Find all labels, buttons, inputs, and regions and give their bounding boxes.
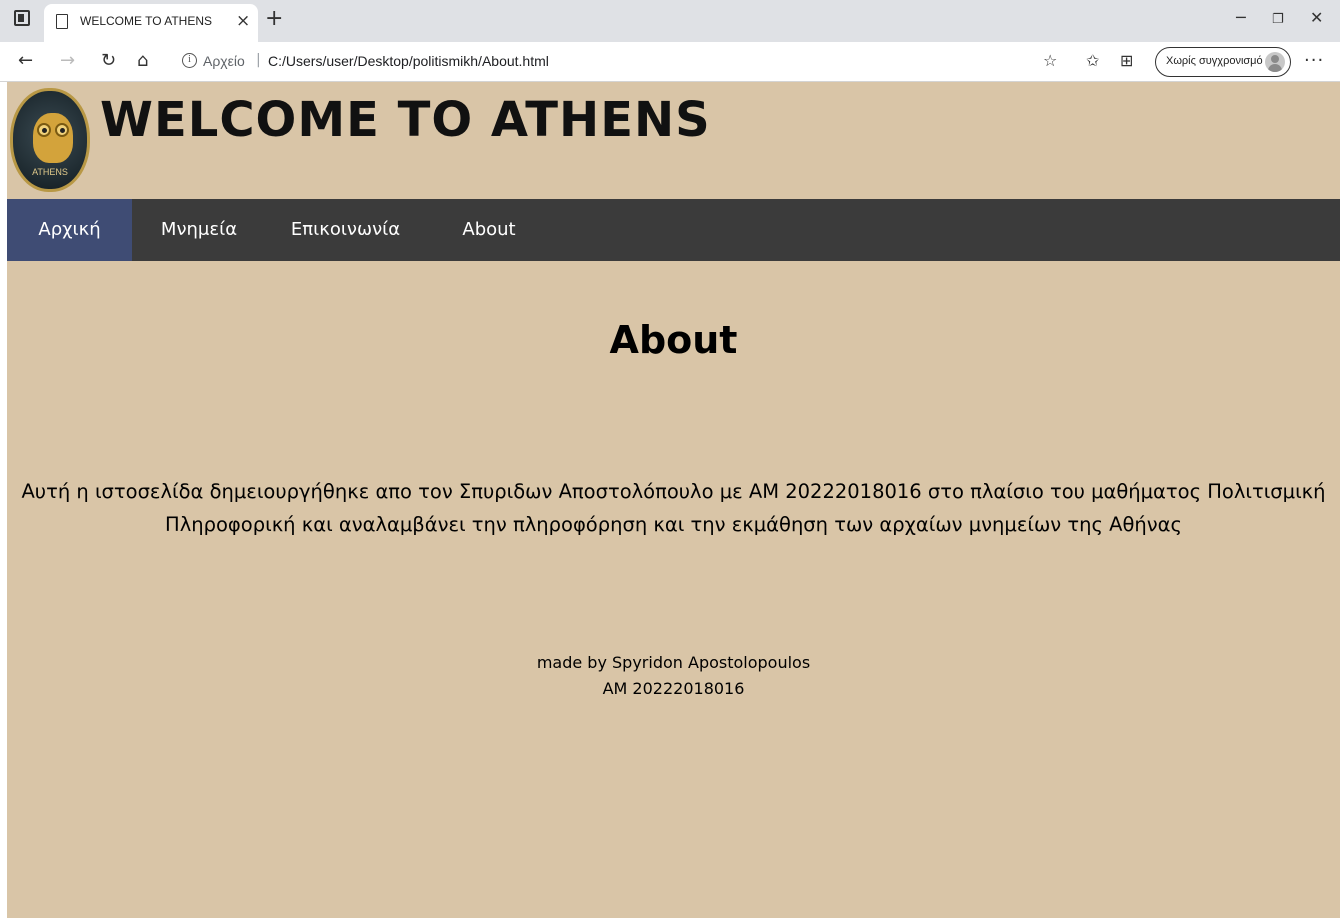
page-title: About — [609, 318, 738, 362]
browser-toolbar: ← → ↻ ⌂ i Αρχείο | C:/Users/user/Desktop… — [0, 42, 1340, 82]
nav-item-contact[interactable]: Επικοινωνία — [266, 199, 425, 261]
page-viewport: ATHENS WELCOME TO ATHENS Αρχική Μνημεία … — [7, 82, 1340, 918]
address-bar[interactable]: i Αρχείο | C:/Users/user/Desktop/politis… — [170, 48, 1075, 76]
info-icon[interactable]: i — [182, 53, 197, 68]
forward-icon[interactable]: → — [60, 50, 75, 72]
address-protocol-label: Αρχείο — [203, 53, 245, 69]
about-paragraph-line: Πληροφορική και αναλαμβάνει την πληροφόρ… — [165, 513, 1182, 536]
profile-sync-button[interactable]: Χωρίς συγχρονισμό — [1155, 47, 1291, 77]
new-tab-icon[interactable]: + — [265, 8, 283, 30]
home-icon[interactable]: ⌂ — [137, 50, 148, 72]
credit-author: made by Spyridon Apostolopoulos — [536, 653, 811, 672]
tab-actions-icon[interactable] — [14, 10, 30, 26]
owl-icon — [33, 113, 73, 163]
about-paragraph-line: Αυτή η ιστοσελίδα δημειουργήθηκε απο τον… — [21, 480, 1326, 503]
site-nav: Αρχική Μνημεία Επικοινωνία About — [7, 199, 1340, 261]
add-favorite-icon[interactable]: ☆ — [1043, 51, 1057, 71]
favorites-icon[interactable]: ✩ — [1086, 51, 1099, 71]
back-icon[interactable]: ← — [18, 50, 33, 72]
footer-credit: made by Spyridon Apostolopoulos AM 20222… — [7, 650, 1340, 702]
refresh-icon[interactable]: ↻ — [101, 50, 116, 72]
sync-label: Χωρίς συγχρονισμό — [1166, 55, 1263, 67]
address-separator: | — [256, 52, 261, 68]
browser-tabstrip: WELCOME TO ATHENS × + ─ ❐ ✕ — [0, 0, 1340, 42]
more-icon[interactable]: ··· — [1304, 50, 1324, 71]
page-icon — [56, 14, 68, 29]
credit-id: AM 20222018016 — [602, 679, 745, 698]
collections-icon[interactable]: ⊞ — [1120, 51, 1133, 71]
nav-item-monuments[interactable]: Μνημεία — [132, 199, 266, 261]
avatar-icon — [1265, 52, 1285, 72]
minimize-icon[interactable]: ─ — [1236, 8, 1246, 28]
owl-eye-icon — [55, 123, 69, 137]
address-url[interactable]: C:/Users/user/Desktop/politismikh/About.… — [268, 53, 549, 69]
close-window-icon[interactable]: ✕ — [1310, 8, 1323, 28]
restore-icon[interactable]: ❐ — [1272, 10, 1284, 30]
athens-owl-logo: ATHENS — [10, 88, 90, 192]
browser-tab[interactable]: WELCOME TO ATHENS × — [44, 4, 258, 42]
tab-close-icon[interactable]: × — [236, 11, 250, 31]
about-paragraph: Αυτή η ιστοσελίδα δημειουργήθηκε απο τον… — [17, 475, 1330, 541]
logo-text: ATHENS — [32, 167, 68, 177]
site-header: ATHENS WELCOME TO ATHENS — [7, 82, 1340, 199]
nav-item-about[interactable]: About — [425, 199, 553, 261]
site-title: WELCOME TO ATHENS — [100, 92, 711, 148]
tab-title: WELCOME TO ATHENS — [80, 14, 213, 28]
nav-item-home[interactable]: Αρχική — [7, 199, 132, 261]
owl-eye-icon — [37, 123, 51, 137]
